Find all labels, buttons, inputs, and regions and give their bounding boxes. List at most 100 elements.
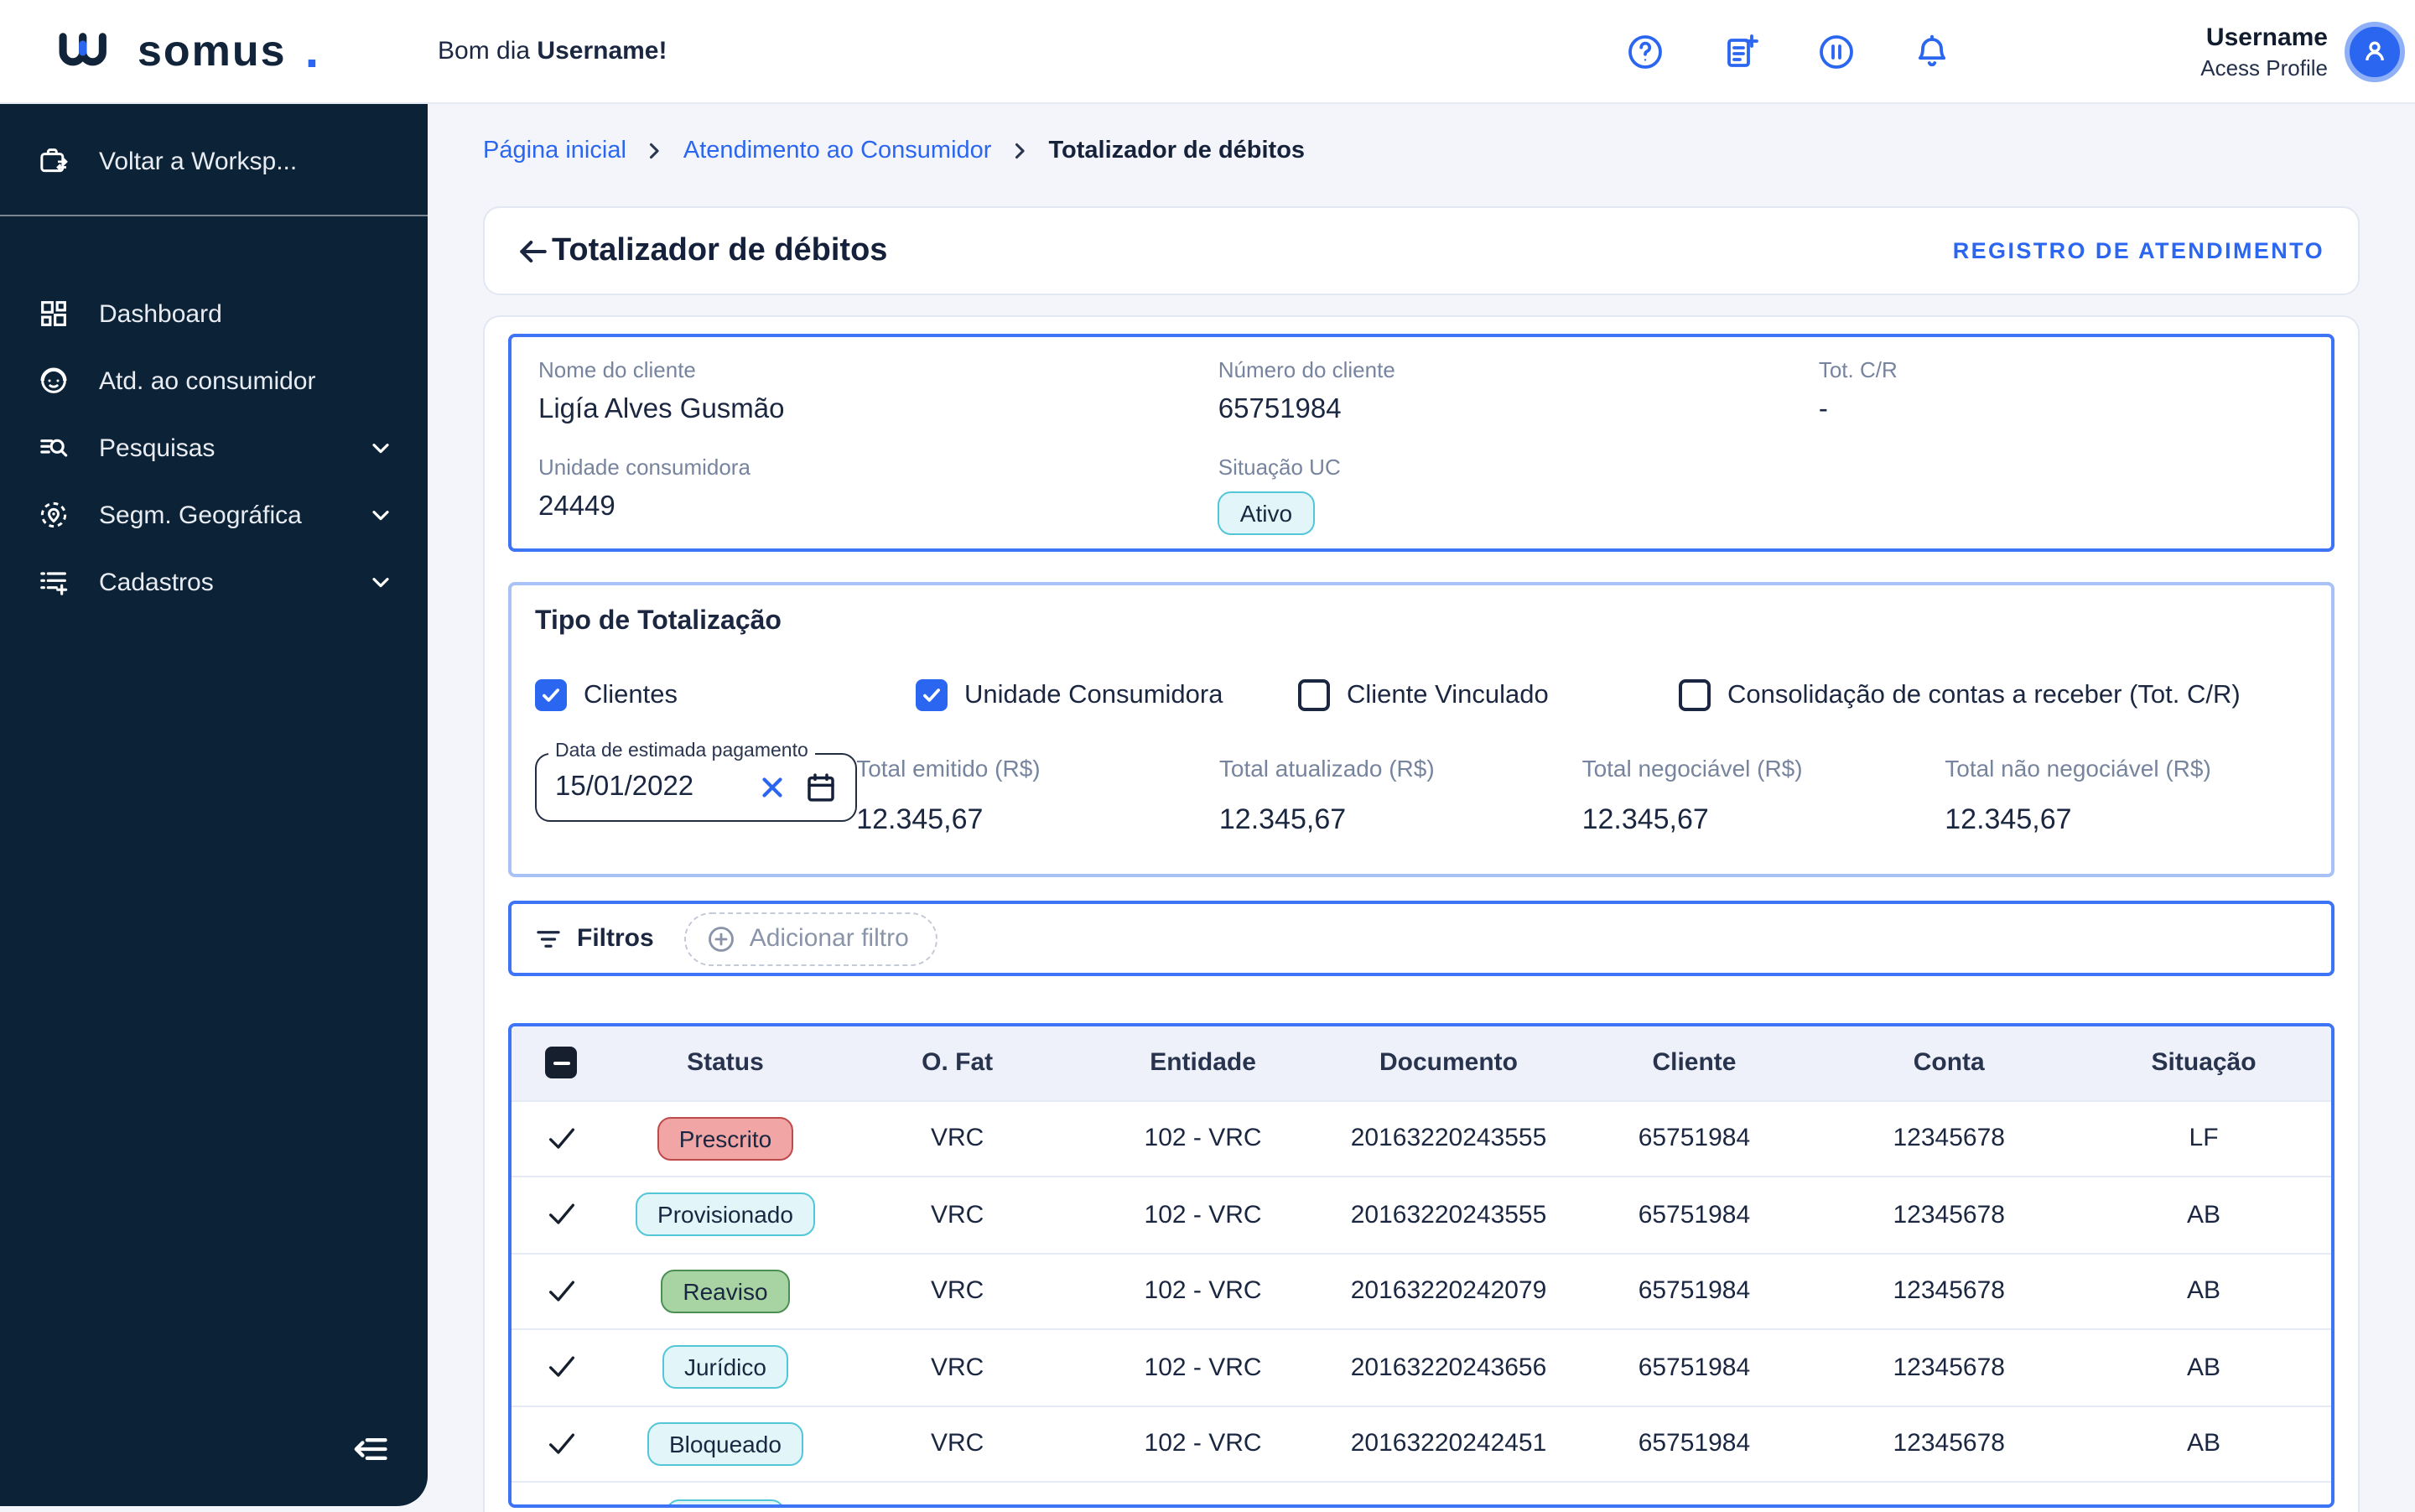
- sidebar-item-label: Pesquisas: [99, 434, 216, 462]
- add-filter-button[interactable]: Adicionar filtro: [683, 912, 937, 965]
- debits-table: Status O. Fat Entidade Documento Cliente…: [512, 1026, 2331, 1508]
- field-label: Número do cliente: [1218, 357, 1395, 382]
- logo-text: somus: [138, 25, 287, 75]
- column-header: Cliente: [1566, 1026, 1822, 1100]
- registro-atendimento-button[interactable]: REGISTRO DE ATENDIMENTO: [1953, 238, 2324, 263]
- select-all-checkbox[interactable]: [545, 1047, 578, 1079]
- avatar[interactable]: [2345, 22, 2405, 82]
- conta-cell: 12345678: [1821, 1176, 2077, 1253]
- row-select-cell[interactable]: [512, 1252, 612, 1329]
- table-row: Prescrito VRC 102 - VRC 20163220243555 65751…: [512, 1099, 2331, 1177]
- consumer-unit-field: Unidade consumidora 24449: [538, 455, 1218, 535]
- breadcrumb-atendimento[interactable]: Atendimento ao Consumidor: [683, 138, 992, 164]
- checkbox-unidade-consumidora[interactable]: Unidade Consumidora: [916, 679, 1298, 711]
- checkbox-icon: [1298, 679, 1330, 711]
- row-check-icon[interactable]: [545, 1427, 579, 1461]
- sidebar-item-label: Cadastros: [99, 568, 214, 596]
- sidebar-collapse-button[interactable]: [310, 1426, 428, 1505]
- totalization-values-row: Data de estimada pagamento 15/01/2022 To…: [535, 741, 2308, 837]
- notifications-icon[interactable]: [1912, 32, 1952, 72]
- sidebar-item-dashboard[interactable]: Dashboard: [0, 280, 428, 347]
- sidebar-item-segm-geografica[interactable]: Segm. Geográfica: [0, 481, 428, 548]
- back-arrow-icon[interactable]: [515, 232, 552, 269]
- app-root: somus. Bom dia Username! Username Acess …: [0, 0, 2415, 1512]
- field-value: -: [1818, 394, 1828, 424]
- row-check-icon[interactable]: [545, 1122, 579, 1156]
- status-cell: Reaviso: [611, 1252, 839, 1329]
- breadcrumb-home[interactable]: Página inicial: [483, 138, 626, 164]
- sidebar-item-atendimento[interactable]: Atd. ao consumidor: [0, 347, 428, 414]
- breadcrumb-current: Totalizador de débitos: [1048, 138, 1306, 164]
- breadcrumb: Página inicial Atendimento ao Consumidor…: [483, 138, 2360, 164]
- column-header: Entidade: [1075, 1026, 1331, 1100]
- page-title-card: Totalizador de débitos REGISTRO DE ATEND…: [483, 206, 2360, 295]
- sidebar-item-pesquisas[interactable]: Pesquisas: [0, 414, 428, 481]
- documento-cell: 20163220243555: [1330, 1176, 1567, 1253]
- documento-cell: 20163220242451: [1330, 1481, 1567, 1504]
- entidade-cell: 102 - VRC: [1075, 1328, 1331, 1405]
- conta-cell: 12345678: [1821, 1099, 2077, 1177]
- row-check-icon[interactable]: [545, 1198, 579, 1232]
- checkbox-icon: [916, 679, 948, 711]
- status-badge: Bloqueado: [647, 1421, 803, 1466]
- row-select-cell[interactable]: [512, 1099, 612, 1177]
- situacao-cell: AB: [2076, 1481, 2331, 1504]
- field-label: Unidade consumidora: [538, 455, 750, 480]
- ofat-cell: VRC: [839, 1099, 1076, 1177]
- row-check-icon[interactable]: [545, 1351, 579, 1385]
- checkbox-cliente-vinculado[interactable]: Cliente Vinculado: [1298, 679, 1679, 711]
- chevron-right-icon: [643, 139, 667, 163]
- row-select-cell[interactable]: [512, 1328, 612, 1405]
- support-icon: [40, 367, 67, 393]
- dashboard-icon: [41, 301, 66, 326]
- total-negociavel: Total negociável (R$) 12.345,67: [1582, 753, 1945, 837]
- status-badge: Prescrito: [657, 1116, 794, 1161]
- clear-date-icon[interactable]: [756, 772, 787, 803]
- total-label: Total não negociável (R$): [1945, 755, 2211, 782]
- note-add-icon[interactable]: [1721, 32, 1761, 72]
- somus-logo: somus.: [0, 23, 428, 80]
- field-value: 24449: [538, 491, 615, 522]
- total-label: Total emitido (R$): [856, 755, 1041, 782]
- field-label: Nome do cliente: [538, 357, 696, 382]
- table-row: Jurídico VRC 102 - VRC 20163220243656 657519…: [512, 1328, 2331, 1405]
- row-select-cell[interactable]: [512, 1176, 612, 1253]
- row-check-icon[interactable]: [545, 1504, 579, 1508]
- topbar-icons: [1625, 32, 1952, 72]
- pause-icon[interactable]: [1816, 32, 1857, 72]
- workspace-switch-icon: [40, 148, 68, 173]
- table-row: Serasa VRC102 - VRC2016322024245165751984…: [512, 1481, 2331, 1508]
- entidade-cell: 102 - VRC: [1075, 1405, 1331, 1482]
- client-name-field: Nome do cliente Ligía Alves Gusmão: [538, 357, 1218, 426]
- logo-dot: .: [304, 23, 319, 78]
- search-list-icon: [40, 439, 68, 457]
- documento-cell: 20163220243656: [1330, 1328, 1567, 1405]
- main-content: Página inicial Atendimento ao Consumidor…: [428, 104, 2415, 1512]
- documento-cell: 20163220242079: [1330, 1252, 1567, 1329]
- sidebar-item-cadastros[interactable]: Cadastros: [0, 548, 428, 616]
- conta-cell: 12345678: [1821, 1328, 2077, 1405]
- checkbox-consolidacao[interactable]: Consolidação de contas a receber (Tot. C…: [1679, 679, 2241, 711]
- person-icon: [2366, 41, 2384, 61]
- row-check-icon[interactable]: [545, 1275, 579, 1308]
- totalization-checkboxes: Clientes Unidade Consumidora Cliente Vin…: [535, 679, 2308, 711]
- help-icon[interactable]: [1625, 32, 1665, 72]
- total-label: Total atualizado (R$): [1218, 755, 1435, 782]
- field-value: 65751984: [1218, 394, 1342, 424]
- page-title: Totalizador de débitos: [552, 232, 888, 268]
- sidebar-item-back-workspace[interactable]: Voltar a Worksp...: [0, 104, 428, 215]
- checkbox-clientes[interactable]: Clientes: [535, 679, 916, 711]
- row-select-cell[interactable]: [512, 1405, 612, 1482]
- conta-cell: 12345678: [1821, 1405, 2077, 1482]
- cliente-cell: 65751984: [1566, 1481, 1822, 1504]
- row-select-cell[interactable]: [512, 1481, 612, 1508]
- sidebar-item-label: Segm. Geográfica: [99, 501, 302, 529]
- calendar-icon[interactable]: [802, 770, 838, 805]
- cliente-cell: 65751984: [1566, 1328, 1822, 1405]
- user-block: Username Acess Profile: [2200, 0, 2405, 104]
- checkbox-label: Clientes: [584, 680, 678, 709]
- ofat-cell: VRC: [839, 1481, 1076, 1504]
- estimated-payment-date-input[interactable]: Data de estimada pagamento 15/01/2022: [535, 741, 857, 822]
- debits-table-card: Status O. Fat Entidade Documento Cliente…: [508, 1023, 2334, 1508]
- table-row: Reaviso VRC 102 - VRC 20163220242079 6575198…: [512, 1252, 2331, 1329]
